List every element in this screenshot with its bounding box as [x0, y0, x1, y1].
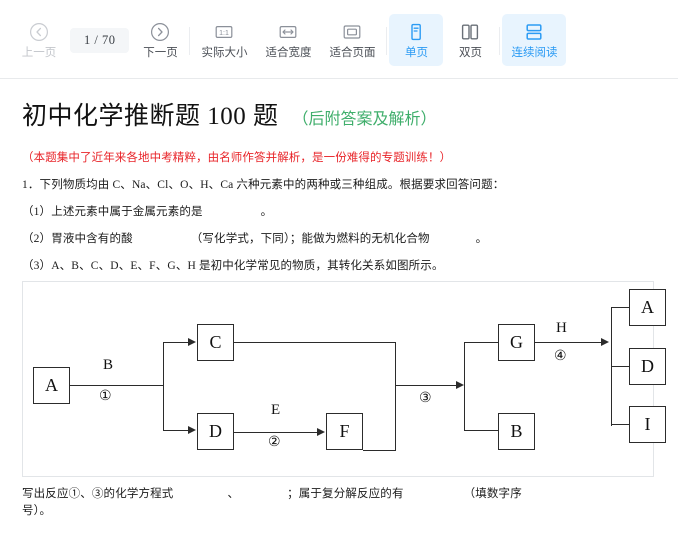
fit-page-button[interactable]: 适合页面 [320, 14, 384, 66]
toolbar-divider [189, 27, 191, 55]
diagram-node-c: C [197, 324, 234, 361]
question-1-stem: 1．下列物质均由 C、Na、Cl、O、H、Ca 六种元素中的两种或三种组成。根据… [22, 179, 505, 191]
prev-page-label: 上一页 [21, 47, 57, 59]
arrow-to-split2 [456, 381, 464, 389]
diagram-node-d: D [197, 413, 234, 450]
diagram-node-i-right: I [629, 406, 666, 443]
page-indicator[interactable]: 1 / 70 [70, 27, 130, 53]
edge-c-right [234, 342, 396, 344]
question-1-footer: 写出反应①、③的化学方程式 、 ；属于复分解反应的有 （填数字序号）。 [22, 486, 656, 520]
double-page-icon [460, 20, 480, 44]
edge-split-to-d [163, 430, 189, 432]
arrow-to-c [188, 338, 196, 346]
actual-size-label: 实际大小 [201, 47, 248, 59]
edge-split-bar-2 [464, 342, 466, 431]
edge-label-4: ④ [554, 349, 567, 364]
red-banner: （本题集中了近年来各地中考精粹，由名师作答并解析，是一份难得的专题训练！） [22, 152, 452, 164]
q1-2-period: 。 [475, 233, 488, 245]
one-to-one-icon: 1:1 [214, 20, 234, 44]
edge-f-right [363, 450, 396, 452]
edge-split3-to-d [611, 366, 630, 368]
next-page-label: 下一页 [143, 47, 178, 59]
edge-merge-to-split2 [395, 385, 457, 387]
edge-split2-to-b [464, 430, 499, 432]
arrow-to-d [188, 426, 196, 434]
diagram-node-g: G [498, 324, 535, 361]
question-1-part-2: （2）胃液中含有的酸 （写化学式，下同）；能做为燃料的无机化合物 。 [22, 230, 656, 246]
edge-a-to-split [70, 385, 163, 387]
edge-split3-to-a [611, 307, 630, 309]
edge-split3-to-i [611, 424, 630, 426]
next-page-button[interactable]: 下一页 [133, 14, 187, 66]
question-1-part-1: （1）上述元素中属于金属元素的是 。 [22, 203, 656, 219]
q1-1-period: 。 [260, 206, 273, 218]
edge-split2-to-g [464, 342, 499, 344]
page-title-note: （后附答案及解析） [292, 111, 437, 128]
diagram-node-a-right: A [629, 289, 666, 326]
edge-label-H: H [556, 320, 567, 336]
edge-merge-bar [395, 342, 397, 451]
footer-text-e: 号）。 [22, 505, 52, 517]
diagram-node-d-right: D [629, 348, 666, 385]
pdf-viewer-toolbar: 上一页 1 / 70 下一页 1:1 实际大小 适合宽度 适合页面 单页 双页 … [0, 0, 678, 79]
footer-text-c: ；属于复分解反应的有 [287, 488, 404, 500]
edge-label-B: B [103, 357, 114, 373]
chevron-right-circle-icon [150, 20, 170, 44]
fit-width-icon [278, 20, 298, 44]
chevron-left-circle-icon [29, 20, 49, 44]
edge-split-bar-1 [163, 342, 165, 431]
transformation-diagram: A C D F G B A D I B ① E ② ③ H ④ [22, 281, 666, 477]
single-page-button[interactable]: 单页 [389, 14, 444, 66]
double-page-label: 双页 [458, 47, 482, 59]
single-page-label: 单页 [404, 47, 428, 59]
arrow-to-split3 [601, 338, 609, 346]
document-page: 初中化学推断题 100 题 （后附答案及解析） （本题集中了近年来各地中考精粹，由… [0, 79, 678, 559]
page-title-main: 初中化学推断题 100 题 [22, 103, 279, 130]
actual-size-button[interactable]: 1:1 实际大小 [192, 14, 256, 66]
footer-text-d: （填数字序 [463, 488, 522, 500]
footer-text-b: 、 [227, 488, 240, 500]
edge-split-to-c [163, 342, 189, 344]
fit-page-label: 适合页面 [329, 47, 376, 59]
fit-page-icon [342, 20, 362, 44]
footer-text-a: 写出反应①、③的化学方程式 [22, 488, 174, 500]
edge-label-3: ③ [419, 391, 432, 406]
diagram-node-b: B [498, 413, 535, 450]
svg-text:1:1: 1:1 [220, 30, 230, 37]
continuous-scroll-icon [524, 20, 544, 44]
edge-label-1: ① [99, 389, 112, 404]
continuous-read-label: 连续阅读 [511, 47, 558, 59]
continuous-read-button[interactable]: 连续阅读 [502, 14, 567, 66]
question-1-part-3: （3）A、B、C、D、E、F、G、H 是初中化学常见的物质，其转化关系如图所示。 [22, 260, 444, 272]
edge-label-2: ② [268, 435, 281, 450]
q1-2-text-a: （2）胃液中含有的酸 [22, 233, 133, 245]
fit-width-label: 适合宽度 [265, 47, 312, 59]
diagram-node-f: F [326, 413, 363, 450]
fit-width-button[interactable]: 适合宽度 [256, 14, 320, 66]
toolbar-divider-2 [386, 27, 388, 55]
edge-g-to-split3 [535, 342, 603, 344]
double-page-button[interactable]: 双页 [443, 14, 497, 66]
q1-1-text: （1）上述元素中属于金属元素的是 [22, 206, 203, 218]
prev-page-button[interactable]: 上一页 [12, 14, 66, 66]
toolbar-divider-3 [499, 27, 501, 55]
arrow-to-f [317, 428, 325, 436]
page-title: 初中化学推断题 100 题 （后附答案及解析） [22, 96, 656, 132]
single-page-icon [406, 20, 426, 44]
edge-label-E: E [271, 402, 281, 418]
q1-2-text-b: （写化学式，下同）；能做为燃料的无机化合物 [190, 233, 430, 245]
diagram-node-a-left: A [33, 367, 70, 404]
